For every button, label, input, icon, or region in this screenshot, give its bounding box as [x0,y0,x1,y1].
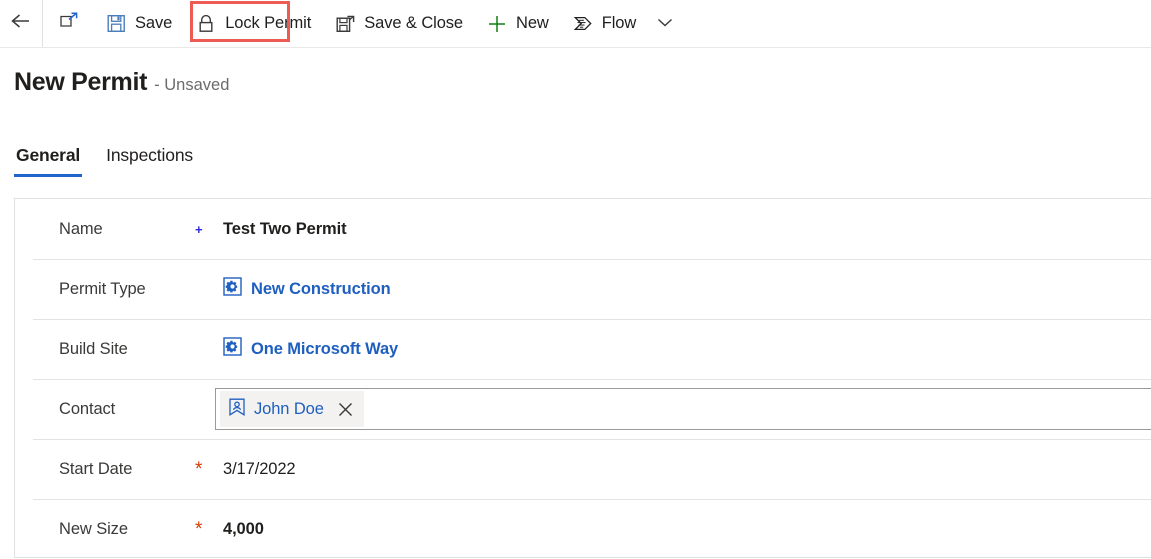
record-status-text: - Unsaved [154,76,230,94]
contact-lookup-input[interactable]: John Doe [215,388,1151,430]
lock-permit-button[interactable]: Lock Permit [184,4,323,44]
popout-button[interactable] [43,0,94,47]
field-value-new-size[interactable]: 4,000 [223,520,1151,539]
required-marker-new-size: * [195,518,203,540]
contact-pill[interactable]: John Doe [220,391,364,427]
tab-inspections[interactable]: Inspections [104,145,195,177]
form-row-name: Name + Test Two Permit [15,199,1151,259]
entity-record-icon [223,337,242,361]
field-label-start-date: Start Date [59,459,133,478]
entity-record-icon [223,277,242,301]
field-label-name: Name [59,219,103,238]
general-tab-form: Name + Test Two Permit Permit Type New C… [14,198,1151,558]
permit-type-value: New Construction [251,279,391,298]
save-and-close-button[interactable]: Save & Close [323,4,475,44]
field-value-name[interactable]: Test Two Permit [223,220,1151,239]
build-site-value: One Microsoft Way [251,339,399,358]
chevron-down-icon [656,15,674,33]
save-floppy-icon [106,14,126,34]
lock-permit-button-label: Lock Permit [225,14,312,33]
back-arrow-icon [10,12,32,35]
field-value-permit-type[interactable]: New Construction [223,277,1151,301]
tab-general-label: General [16,145,81,165]
name-input-value: Test Two Permit [223,219,347,238]
contact-person-icon [228,398,246,421]
start-date-value: 3/17/2022 [223,459,296,478]
form-row-build-site: Build Site One Microsoft Way [15,319,1151,379]
flow-button-label: Flow [601,14,637,33]
field-label-build-site: Build Site [59,339,128,358]
field-value-contact: John Doe [215,388,1151,430]
save-and-close-icon [335,14,355,34]
form-row-permit-type: Permit Type New Construction [15,259,1151,319]
build-site-lookup-link[interactable]: One Microsoft Way [223,337,398,361]
page-title: New Permit - Unsaved [14,68,229,97]
save-button[interactable]: Save [94,4,184,44]
save-and-close-button-label: Save & Close [364,14,464,33]
field-label-permit-type: Permit Type [59,279,146,298]
lock-icon [196,14,216,34]
form-row-contact: Contact John Doe [15,379,1151,439]
field-value-start-date[interactable]: 3/17/2022 [223,460,1151,479]
contact-name: John Doe [254,399,324,418]
flow-button[interactable]: Flow [561,4,648,44]
permit-type-lookup-link[interactable]: New Construction [223,277,391,301]
new-button-label: New [516,14,549,33]
popout-icon [59,12,79,35]
tab-general[interactable]: General [14,145,83,177]
tab-inspections-label: Inspections [106,145,194,165]
field-label-new-size: New Size [59,519,128,538]
plus-icon [487,14,507,34]
close-x-icon[interactable] [337,400,355,418]
form-tabs: General Inspections [14,145,195,177]
form-row-start-date: Start Date * 3/17/2022 [15,439,1151,499]
recommended-marker-name: + [195,221,203,237]
command-bar-items: Save Lock Permit Save & Close New Flow [94,0,1151,47]
form-row-new-size: New Size * 4,000 [15,499,1151,559]
flow-icon [573,14,593,34]
field-value-build-site[interactable]: One Microsoft Way [223,337,1151,361]
page-title-text: New Permit [14,68,148,96]
command-bar: Save Lock Permit Save & Close New Flow [0,0,1151,48]
save-button-label: Save [135,14,173,33]
more-commands-button[interactable] [648,4,682,44]
new-size-value: 4,000 [223,519,264,538]
back-button[interactable] [0,0,42,47]
new-button[interactable]: New [475,4,561,44]
field-label-contact: Contact [59,399,116,418]
required-marker-start-date: * [195,458,203,480]
